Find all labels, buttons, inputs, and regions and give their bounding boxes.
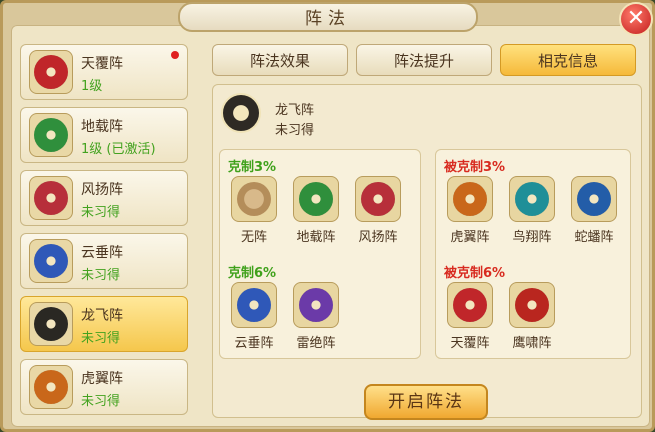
counter-formation-cell[interactable]: 鸟翔阵 — [504, 176, 560, 245]
tab-formation-effect[interactable]: 阵法效果 — [212, 44, 348, 76]
restrained-6-label: 被克制6% — [444, 266, 506, 281]
formation-list-item[interactable]: 天覆阵 1级 — [20, 44, 188, 100]
counter-formation-name: 云垂阵 — [234, 336, 274, 351]
formation-emblem-icon — [34, 55, 68, 89]
formation-emblem-icon — [34, 244, 68, 278]
formation-emblem-icon — [237, 182, 271, 216]
restrain-6-label: 克制6% — [228, 266, 277, 281]
bird-formation-icon — [509, 176, 555, 222]
counter-formation-cell[interactable]: 地载阵 — [288, 176, 344, 245]
counter-formation-cell[interactable]: 无阵 — [226, 176, 282, 245]
formation-emblem-icon — [453, 288, 487, 322]
formation-name: 龙飞阵 — [81, 308, 123, 324]
formation-icon — [29, 365, 73, 409]
formation-list-item[interactable]: 风扬阵 未习得 — [20, 170, 188, 226]
window-title: 阵法 — [178, 2, 478, 32]
formation-emblem-icon — [237, 288, 271, 322]
restrained-3-label: 被克制3% — [444, 160, 506, 175]
formation-emblem-icon — [453, 182, 487, 216]
counter-formation-cell[interactable]: 天覆阵 — [442, 282, 498, 351]
formation-list-item[interactable]: 虎翼阵 未习得 — [20, 359, 188, 415]
snake-formation-icon — [571, 176, 617, 222]
earth-formation-icon — [293, 176, 339, 222]
formation-emblem-icon — [34, 370, 68, 404]
formation-emblem-icon — [34, 181, 68, 215]
current-formation-name: 龙飞阵 — [275, 103, 315, 118]
counter-formation-name: 鹰啸阵 — [512, 336, 552, 351]
lock-icon — [231, 176, 277, 222]
formation-status: 1级 — [81, 79, 103, 94]
counter-formation-name: 鸟翔阵 — [512, 230, 552, 245]
cloud-formation-icon — [231, 282, 277, 328]
formation-list-item[interactable]: 地载阵 1级 (已激活) — [20, 107, 188, 163]
formation-emblem-icon — [299, 288, 333, 322]
counter-info-panel: 龙飞阵 未习得 克制3% 无阵 地载阵 风扬阵 克制6% 云垂阵 雷绝阵 被克制3% … — [212, 84, 642, 418]
tiger-formation-icon — [447, 176, 493, 222]
restrain-panel: 克制3% 无阵 地载阵 风扬阵 克制6% 云垂阵 雷绝阵 — [219, 149, 421, 359]
counter-formation-cell[interactable]: 虎翼阵 — [442, 176, 498, 245]
close-button[interactable]: ✕ — [619, 2, 653, 36]
restrain-3-label: 克制3% — [228, 160, 277, 175]
start-formation-button[interactable]: 开启阵法 — [364, 384, 488, 420]
thunder-formation-icon — [293, 282, 339, 328]
tab-formation-upgrade[interactable]: 阵法提升 — [356, 44, 492, 76]
formation-icon — [29, 176, 73, 220]
formation-status: 未习得 — [81, 331, 121, 346]
formation-emblem-icon — [515, 182, 549, 216]
counter-formation-cell[interactable]: 云垂阵 — [226, 282, 282, 351]
formation-icon — [29, 239, 73, 283]
counter-formation-name: 风扬阵 — [358, 230, 398, 245]
counter-formation-cell[interactable]: 雷绝阵 — [288, 282, 344, 351]
formation-name: 风扬阵 — [81, 182, 123, 198]
formation-list-item[interactable]: 龙飞阵 未习得 — [20, 296, 188, 352]
formation-emblem-icon — [34, 118, 68, 152]
counter-formation-cell[interactable]: 风扬阵 — [350, 176, 406, 245]
formation-icon — [29, 50, 73, 94]
counter-formation-name: 天覆阵 — [450, 336, 490, 351]
formation-emblem-icon — [34, 307, 68, 341]
formation-status: 未习得 — [81, 268, 121, 283]
formation-status: 未习得 — [81, 394, 121, 409]
notification-dot-icon — [171, 51, 179, 59]
tab-bar: 阵法效果 阵法提升 相克信息 — [212, 44, 642, 78]
formation-list: 天覆阵 1级 地载阵 1级 (已激活) 风扬阵 未习得 云垂阵 未习得 龙飞阵 未习得 虎翼阵 未习得 — [20, 44, 196, 416]
counter-formation-name: 无阵 — [240, 230, 267, 245]
formation-name: 天覆阵 — [81, 56, 123, 72]
counter-formation-cell[interactable]: 蛇蟠阵 — [566, 176, 622, 245]
formation-status: 1级 (已激活) — [81, 142, 156, 157]
dragon-formation-icon — [221, 93, 261, 133]
counter-formation-name: 地载阵 — [296, 230, 336, 245]
current-formation-status: 未习得 — [275, 123, 315, 138]
formation-name: 云垂阵 — [81, 245, 123, 261]
heaven-formation-icon — [447, 282, 493, 328]
restrained-panel: 被克制3% 虎翼阵 鸟翔阵 蛇蟠阵 被克制6% 天覆阵 鹰啸阵 — [435, 149, 631, 359]
counter-formation-name: 虎翼阵 — [450, 230, 490, 245]
formation-icon — [29, 302, 73, 346]
formation-name: 地载阵 — [81, 119, 123, 135]
formation-emblem-icon — [515, 288, 549, 322]
formation-emblem-icon — [299, 182, 333, 216]
eagle-formation-icon — [509, 282, 555, 328]
counter-formation-cell[interactable]: 鹰啸阵 — [504, 282, 560, 351]
formation-icon — [29, 113, 73, 157]
wind-formation-icon — [355, 176, 401, 222]
formation-emblem-icon — [361, 182, 395, 216]
tab-counter-info[interactable]: 相克信息 — [500, 44, 636, 76]
formation-status: 未习得 — [81, 205, 121, 220]
formation-name: 虎翼阵 — [81, 371, 123, 387]
formation-list-item[interactable]: 云垂阵 未习得 — [20, 233, 188, 289]
counter-formation-name: 蛇蟠阵 — [574, 230, 614, 245]
formation-emblem-icon — [577, 182, 611, 216]
counter-formation-name: 雷绝阵 — [296, 336, 336, 351]
